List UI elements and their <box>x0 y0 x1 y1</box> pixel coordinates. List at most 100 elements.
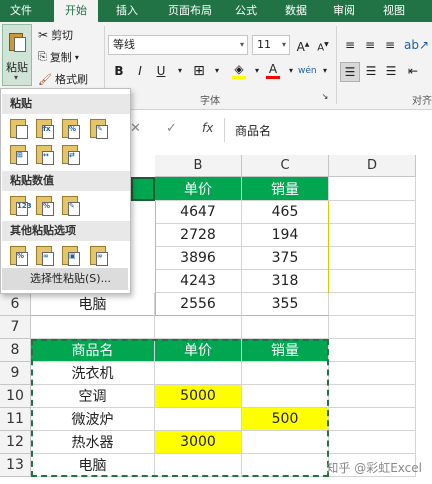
row-header-13[interactable]: 13 <box>0 454 31 477</box>
row-header-7[interactable]: 7 <box>0 316 31 339</box>
grid-cell[interactable] <box>329 201 416 224</box>
font-color-icon[interactable]: A <box>264 60 282 79</box>
chevron-down-icon[interactable]: ▾ <box>171 62 189 80</box>
align-bottom-icon[interactable]: ≡ <box>381 36 399 54</box>
fill-color-icon[interactable]: ◈ <box>230 60 248 79</box>
transpose-icon[interactable]: ⇄ <box>59 143 83 167</box>
grid-cell[interactable] <box>329 293 416 316</box>
tab-page-layout[interactable]: 页面布局 <box>158 0 222 22</box>
paste-special-menu-item[interactable]: 选择性粘贴(S)... <box>2 268 128 290</box>
cancel-icon[interactable]: ✕ <box>130 121 141 136</box>
paste-link-icon[interactable]: ∞ <box>33 244 57 268</box>
bold-icon[interactable]: B <box>110 62 128 80</box>
grid-cell[interactable] <box>329 270 416 293</box>
paste-formulas-icon[interactable]: fx <box>33 117 57 141</box>
row-header-12[interactable]: 12 <box>0 431 31 454</box>
cut-label: 剪切 <box>51 29 74 42</box>
paste-button[interactable]: 粘贴 ▾ <box>2 24 32 86</box>
chevron-down-icon: ▾ <box>281 40 286 49</box>
orientation-icon[interactable]: ab↗ <box>404 36 429 54</box>
top-header-qty[interactable]: 销量 <box>242 177 329 201</box>
chevron-down-icon[interactable]: ▾ <box>14 73 18 82</box>
italic-icon[interactable]: I <box>131 62 149 80</box>
copy-button[interactable]: ⎘ 复制 ▾ <box>38 49 79 65</box>
font-group-label: 字体 <box>200 96 220 107</box>
menu-section-values: 粘贴数值 <box>2 171 130 191</box>
column-header-d[interactable]: D <box>329 155 416 177</box>
watermark: 知乎 @彩虹Excel <box>326 461 422 475</box>
confirm-icon[interactable]: ✓ <box>166 121 177 136</box>
align-top-icon[interactable]: ≡ <box>341 36 359 54</box>
chevron-down-icon[interactable]: ▾ <box>208 62 226 80</box>
table-cell[interactable]: 355 <box>242 293 329 316</box>
active-cell[interactable] <box>131 177 155 201</box>
tab-data[interactable]: 数据 <box>276 0 316 22</box>
grid-cell[interactable] <box>329 177 416 201</box>
align-right-icon[interactable]: ☰ <box>382 62 400 80</box>
grid-cell[interactable] <box>155 316 242 339</box>
paste-picture-icon[interactable]: ▣ <box>59 244 83 268</box>
clipboard-icon <box>9 31 27 53</box>
row-header-6[interactable]: 6 <box>0 293 31 316</box>
keep-column-widths-icon[interactable]: ↔ <box>33 143 57 167</box>
decrease-font-icon[interactable]: A▼ <box>314 36 332 54</box>
tab-formulas[interactable]: 公式 <box>226 0 266 22</box>
menu-section-paste: 粘贴 <box>2 94 130 114</box>
tab-review[interactable]: 审阅 <box>324 0 364 22</box>
column-header-c[interactable]: C <box>242 155 329 177</box>
paste-values-icon[interactable]: 123 <box>7 194 32 218</box>
table-cell[interactable]: 电脑 <box>31 293 155 316</box>
keep-source-formatting-icon[interactable]: ✎ <box>87 117 111 141</box>
align-center-icon[interactable]: ☰ <box>362 62 380 80</box>
top-header-price[interactable]: 单价 <box>155 177 242 201</box>
scissors-icon: ✂ <box>38 28 49 42</box>
grid-cell[interactable] <box>329 316 416 339</box>
paste-formulas-number-format-icon[interactable]: % <box>59 117 83 141</box>
font-size-combo[interactable]: 11 ▾ <box>252 35 290 55</box>
grid-cell[interactable] <box>329 339 416 362</box>
paste-formatting-icon[interactable]: % <box>7 244 31 268</box>
row-header-8[interactable]: 8 <box>0 339 31 362</box>
font-dialog-launcher-icon[interactable]: ↘ <box>320 92 330 102</box>
cut-button[interactable]: ✂ 剪切 <box>38 27 73 43</box>
decrease-indent-icon[interactable]: ⇤ <box>404 62 422 80</box>
no-borders-icon[interactable]: ⊞ <box>7 143 31 167</box>
tab-view[interactable]: 视图 <box>374 0 414 22</box>
align-left-icon[interactable]: ☰ <box>340 62 360 82</box>
grid-cell[interactable] <box>329 408 416 431</box>
grid-cell[interactable] <box>329 385 416 408</box>
underline-icon[interactable]: U <box>152 62 170 80</box>
tab-insert[interactable]: 插入 <box>106 0 148 22</box>
chevron-down-icon: ▾ <box>239 40 244 49</box>
row-header-11[interactable]: 11 <box>0 408 31 431</box>
ribbon-tab-bar: 文件 开始 插入 页面布局 公式 数据 审阅 视图 <box>0 0 432 22</box>
align-middle-icon[interactable]: ≡ <box>361 36 379 54</box>
grid-cell[interactable] <box>329 224 416 247</box>
border-icon[interactable]: ⊞ <box>190 62 208 80</box>
menu-section-other: 其他粘贴选项 <box>2 221 130 241</box>
format-painter-button[interactable]: 🖌 格式刷 <box>38 71 88 87</box>
row-header-9[interactable]: 9 <box>0 362 31 385</box>
grid-cell[interactable] <box>329 362 416 385</box>
table-cell[interactable]: 2556 <box>155 293 242 316</box>
formula-input[interactable]: 商品名 <box>224 118 430 142</box>
grid-cell[interactable] <box>329 247 416 270</box>
row-header-10[interactable]: 10 <box>0 385 31 408</box>
format-painter-label: 格式刷 <box>54 73 88 86</box>
column-header-b[interactable]: B <box>155 155 242 177</box>
tab-file[interactable]: 文件 <box>0 0 42 22</box>
grid-cell[interactable] <box>242 316 329 339</box>
values-number-format-icon[interactable]: % <box>33 194 57 218</box>
chevron-down-icon[interactable]: ▾ <box>316 62 334 80</box>
font-name-combo[interactable]: 等线 ▾ <box>108 35 248 55</box>
linked-picture-icon[interactable]: ∞ <box>87 244 111 268</box>
tab-home[interactable]: 开始 <box>54 0 98 22</box>
grid-cell[interactable] <box>329 431 416 454</box>
chevron-down-icon[interactable]: ▾ <box>75 53 79 62</box>
values-source-formatting-icon[interactable]: ✎ <box>59 194 83 218</box>
grid-cell[interactable] <box>31 316 155 339</box>
paste-icon[interactable] <box>7 117 31 141</box>
insert-function-icon[interactable]: fx <box>202 121 213 135</box>
phonetic-icon[interactable]: wén <box>298 62 317 80</box>
increase-font-icon[interactable]: A▲ <box>294 36 312 54</box>
